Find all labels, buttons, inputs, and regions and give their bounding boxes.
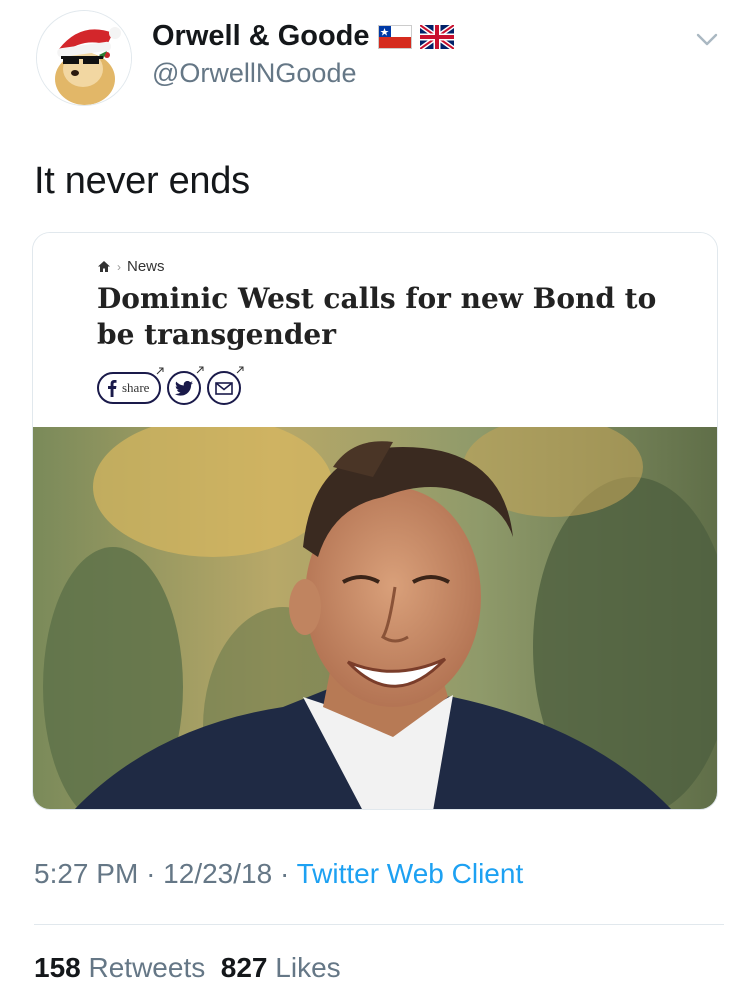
likes-count: 827 — [220, 952, 268, 983]
chevron-down-icon[interactable] — [692, 24, 722, 54]
share-label: share — [122, 380, 150, 395]
user-handle[interactable]: @OrwellNGoode — [152, 58, 356, 89]
breadcrumb: › News — [97, 258, 165, 275]
breadcrumb-label: News — [127, 258, 165, 275]
avatar[interactable] — [36, 10, 132, 106]
divider — [34, 924, 724, 925]
tweet-time[interactable]: 5:27 PM — [34, 858, 138, 889]
tweet-date[interactable]: 12/23/18 — [163, 858, 272, 889]
tweet-stats: 158 Retweets 827 Likes — [34, 952, 341, 984]
retweets-stat[interactable]: 158 Retweets — [34, 952, 205, 983]
article-screenshot-header: › News Dominic West calls for new Bond t… — [33, 233, 717, 427]
external-arrow-icon — [197, 366, 204, 374]
tweet-meta: 5:27 PM · 12/23/18 · Twitter Web Client — [34, 858, 523, 890]
article-headline: Dominic West calls for new Bond to be tr… — [97, 282, 657, 351]
likes-label: Likes — [275, 952, 341, 983]
external-arrow-icon — [237, 366, 244, 374]
uk-flag-icon — [419, 24, 454, 49]
doge-avatar-icon — [37, 11, 131, 105]
meta-separator: · — [146, 858, 156, 889]
display-name[interactable]: Orwell & Goode — [152, 20, 454, 53]
likes-stat[interactable]: 827 Likes — [221, 952, 341, 983]
email-icon — [215, 381, 234, 395]
breadcrumb-separator: › — [117, 259, 121, 274]
display-name-text[interactable]: Orwell & Goode — [152, 20, 370, 53]
facebook-share-button: share — [97, 367, 164, 404]
retweets-label: Retweets — [88, 952, 206, 983]
meta-separator: · — [279, 858, 290, 889]
email-share-button — [207, 366, 244, 405]
tweet-text: It never ends — [34, 160, 250, 202]
chile-flag-icon — [377, 24, 412, 49]
facebook-icon — [108, 380, 117, 397]
share-buttons: share — [97, 366, 244, 405]
home-icon — [98, 261, 110, 272]
twitter-share-button — [167, 366, 204, 405]
twitter-icon — [175, 380, 194, 396]
link-card[interactable]: › News Dominic West calls for new Bond t… — [32, 232, 718, 810]
tweet-client-link[interactable]: Twitter Web Client — [297, 858, 524, 889]
external-arrow-icon — [157, 367, 164, 375]
article-photo — [33, 427, 717, 809]
retweets-count: 158 — [34, 952, 81, 983]
